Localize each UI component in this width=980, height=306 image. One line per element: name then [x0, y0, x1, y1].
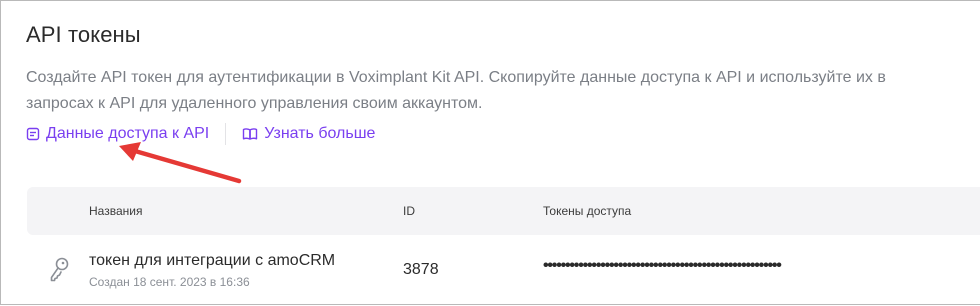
page-description: Создайте API токен для аутентификации в … [26, 69, 886, 112]
access-token-masked[interactable]: ••••••••••••••••••••••••••••••••••••••••… [543, 257, 782, 275]
tokens-table-header: Названия ID Токены доступа [27, 187, 980, 235]
token-name: токен для интеграции с amoCRM [89, 252, 336, 269]
table-row[interactable]: токен для интеграции с amoCRM Создан 18 … [27, 235, 980, 306]
column-header-tokens: Токены доступа [543, 204, 632, 218]
key-icon [50, 257, 69, 282]
token-created-date: Создан 18 сент. 2023 в 16:36 [89, 275, 250, 289]
column-header-name: Названия [89, 204, 143, 218]
learn-more-label: Узнать больше [264, 125, 376, 142]
annotation-arrow-icon [119, 142, 242, 184]
api-tokens-panel: API токены Создайте API токен для аутент… [0, 0, 980, 305]
column-header-id: ID [403, 204, 415, 218]
document-icon [26, 127, 40, 141]
token-id: 3878 [403, 261, 439, 278]
page-title: API токены [26, 22, 141, 47]
learn-more-link[interactable]: Узнать больше [242, 125, 375, 143]
